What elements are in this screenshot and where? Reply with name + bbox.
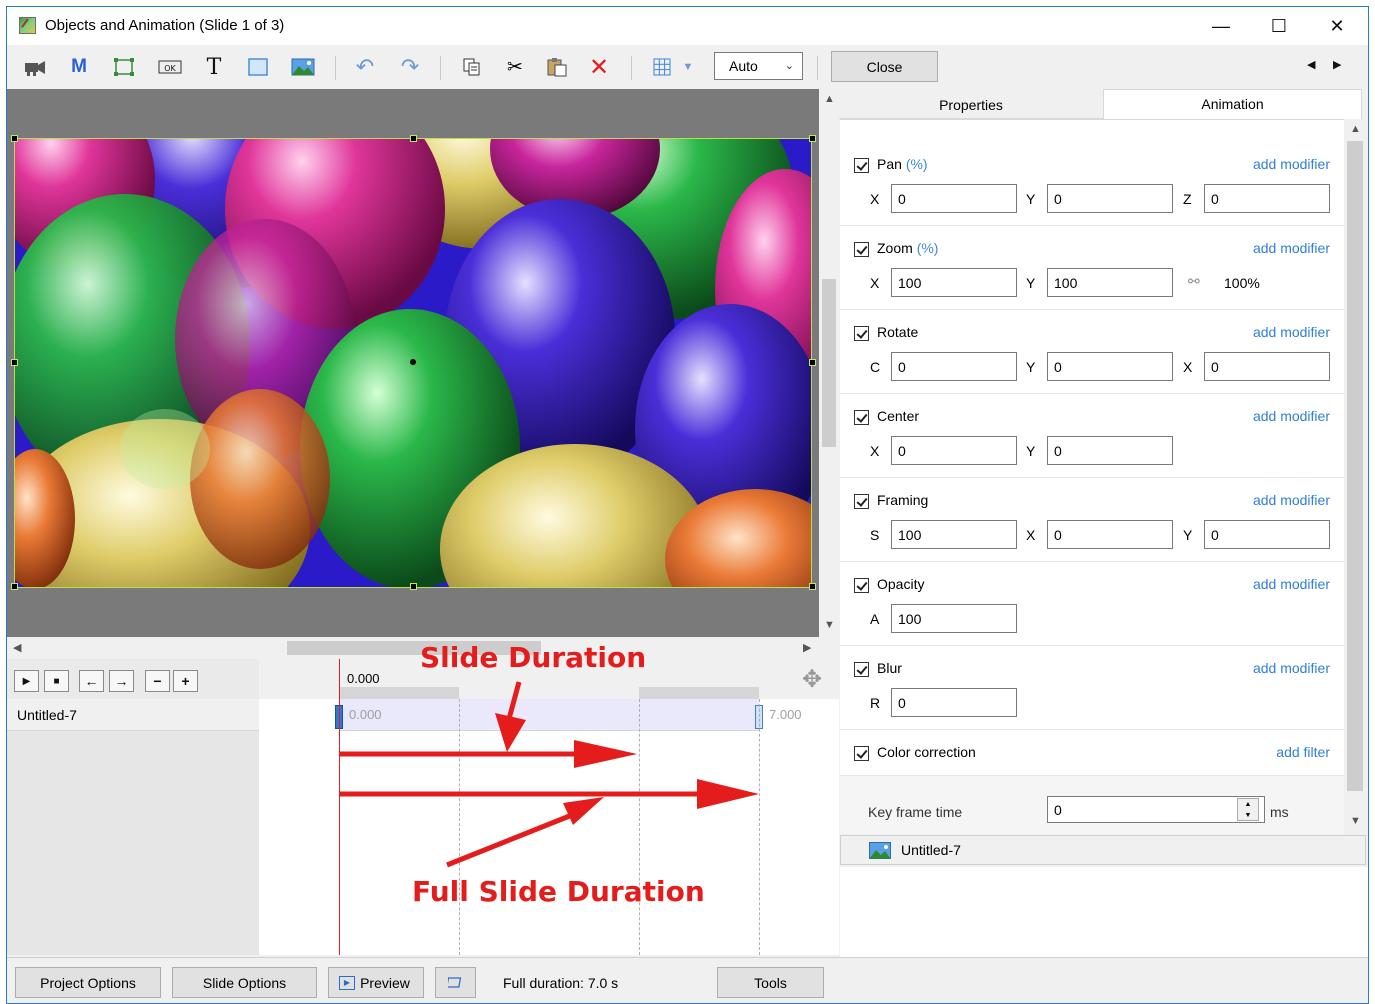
framing-x-label: X	[1026, 527, 1036, 543]
opacity-add-modifier-link[interactable]: add modifier	[1253, 576, 1330, 592]
zoom-y-label: Y	[1026, 275, 1036, 291]
slide-duration-annotation: Slide Duration	[420, 641, 647, 674]
keyframe-time-label: Key frame time	[868, 804, 963, 820]
scroll-thumb[interactable]	[1347, 141, 1363, 791]
window-icon	[445, 977, 461, 988]
center-y-input[interactable]: 0	[1047, 436, 1173, 465]
slide-options-button[interactable]: Slide Options	[172, 967, 317, 998]
framing-checkbox[interactable]	[854, 494, 869, 509]
blur-checkbox[interactable]	[854, 662, 869, 677]
pan-x-input[interactable]: 0	[891, 184, 1017, 213]
framing-y-input[interactable]: 0	[1204, 520, 1330, 549]
opacity-checkbox[interactable]	[854, 578, 869, 593]
blur-section: Blur add modifier R 0	[840, 646, 1344, 730]
color-correction-section: Color correction add filter	[840, 730, 1344, 776]
zoom-title: Zoom (%)	[877, 240, 939, 256]
center-checkbox[interactable]	[854, 410, 869, 425]
opacity-a-label: A	[870, 611, 880, 627]
zoom-lock-value: 100%	[1224, 275, 1260, 291]
properties-scrollbar[interactable]: ▲ ▼	[1344, 119, 1366, 833]
center-x-label: X	[870, 443, 880, 459]
full-duration-text: Full duration: 7.0 s	[503, 975, 619, 991]
zoom-add-modifier-link[interactable]: add modifier	[1253, 240, 1330, 256]
link-lock-icon[interactable]: ⚯	[1188, 273, 1200, 290]
play-icon: ▶	[339, 976, 355, 990]
blur-title: Blur	[877, 660, 902, 676]
rotate-c-input[interactable]: 0	[891, 352, 1017, 381]
rotate-x-input[interactable]: 0	[1204, 352, 1330, 381]
pan-z-label: Z	[1183, 191, 1192, 207]
object-list-item[interactable]: Untitled-7	[840, 835, 1366, 865]
keyframe-time-row: Key frame time 0 ▲ ▼ ms	[840, 776, 1344, 834]
rotate-checkbox[interactable]	[854, 326, 869, 341]
center-add-modifier-link[interactable]: add modifier	[1253, 408, 1330, 424]
center-y-label: Y	[1026, 443, 1036, 459]
blur-add-modifier-link[interactable]: add modifier	[1253, 660, 1330, 676]
rotate-x-label: X	[1183, 359, 1193, 375]
keyframe-spinner[interactable]: ▲ ▼	[1237, 798, 1259, 821]
rotate-y-input[interactable]: 0	[1047, 352, 1173, 381]
add-filter-link[interactable]: add filter	[1276, 744, 1330, 760]
framing-add-modifier-link[interactable]: add modifier	[1253, 492, 1330, 508]
blur-r-label: R	[870, 695, 881, 711]
scroll-up-icon[interactable]: ▲	[1350, 123, 1361, 135]
panel-tabs: Properties Animation	[839, 89, 1368, 119]
project-options-button[interactable]: Project Options	[15, 967, 161, 998]
opacity-section: Opacity add modifier A 100	[840, 562, 1344, 646]
framing-s-input[interactable]: 100	[891, 520, 1017, 549]
pan-add-modifier-link[interactable]: add modifier	[1253, 156, 1330, 172]
full-slide-duration-annotation: Full Slide Duration	[412, 875, 705, 908]
publish-button[interactable]	[435, 967, 476, 998]
zoom-y-input[interactable]: 100	[1047, 268, 1173, 297]
objects-animation-window: Objects and Animation (Slide 1 of 3) — ☐…	[6, 6, 1369, 1004]
blur-r-input[interactable]: 0	[891, 688, 1017, 717]
animation-properties-panel: Pan (%) add modifier X 0 Y 0 Z 0 Zoom (%…	[840, 119, 1344, 834]
center-title: Center	[877, 408, 920, 424]
preview-button[interactable]: ▶ Preview	[328, 967, 424, 998]
color-correction-title: Color correction	[877, 744, 976, 760]
keyframe-time-input[interactable]: 0	[1047, 796, 1265, 823]
zoom-section: Zoom (%) add modifier X 100 Y 100 ⚯ 100%	[840, 226, 1344, 310]
framing-title: Framing	[877, 492, 929, 508]
framing-section: Framing add modifier S 100 X 0 Y 0	[840, 478, 1344, 562]
framing-x-input[interactable]: 0	[1047, 520, 1173, 549]
keyframe-unit: ms	[1270, 804, 1289, 820]
framing-s-label: S	[870, 527, 880, 543]
rotate-y-label: Y	[1026, 359, 1036, 375]
bottom-bar: Project Options Slide Options ▶ Preview …	[7, 957, 1368, 1003]
image-icon	[869, 842, 891, 859]
pan-checkbox[interactable]	[854, 158, 869, 173]
object-list-area	[840, 867, 1368, 957]
color-correction-checkbox[interactable]	[854, 746, 869, 761]
center-section: Center add modifier X 0 Y 0	[840, 394, 1344, 478]
scroll-down-icon[interactable]: ▼	[1350, 815, 1361, 827]
pan-x-label: X	[870, 191, 880, 207]
rotate-add-modifier-link[interactable]: add modifier	[1253, 324, 1330, 340]
object-list-item-label: Untitled-7	[901, 842, 961, 858]
tab-animation[interactable]: Animation	[1103, 89, 1362, 119]
opacity-a-input[interactable]: 100	[891, 604, 1017, 633]
preview-label: Preview	[360, 975, 410, 991]
opacity-title: Opacity	[877, 576, 925, 592]
pan-section: Pan (%) add modifier X 0 Y 0 Z 0	[840, 142, 1344, 226]
center-x-input[interactable]: 0	[891, 436, 1017, 465]
framing-y-label: Y	[1183, 527, 1193, 543]
zoom-checkbox[interactable]	[854, 242, 869, 257]
zoom-x-input[interactable]: 100	[891, 268, 1017, 297]
rotate-c-label: C	[870, 359, 881, 375]
pan-y-label: Y	[1026, 191, 1036, 207]
tab-properties[interactable]: Properties	[839, 89, 1103, 119]
zoom-x-label: X	[870, 275, 880, 291]
pan-z-input[interactable]: 0	[1204, 184, 1330, 213]
pan-y-input[interactable]: 0	[1047, 184, 1173, 213]
rotate-title: Rotate	[877, 324, 919, 340]
pan-title: Pan (%)	[877, 156, 928, 172]
rotate-section: Rotate add modifier C 0 Y 0 X 0	[840, 310, 1344, 394]
tools-button[interactable]: Tools	[717, 967, 824, 998]
